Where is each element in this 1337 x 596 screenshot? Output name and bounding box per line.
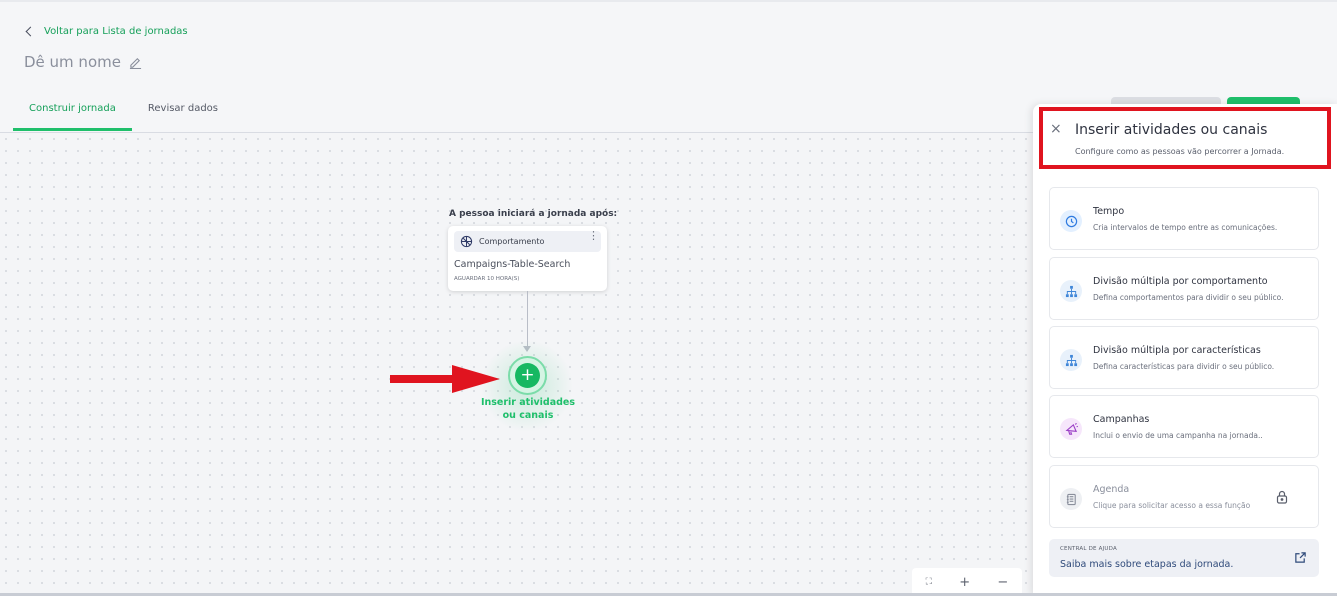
add-activity-label[interactable]: Inserir atividades ou canais [478, 396, 578, 422]
panel-subtitle: Configure como as pessoas vão percorrer … [1075, 147, 1285, 156]
agenda-icon [1060, 488, 1082, 510]
split-icon [1060, 349, 1082, 371]
trigger-card-subtitle: AGUARDAR 10 HORA(S) [454, 276, 520, 282]
chevron-left-icon [25, 26, 36, 37]
option-title: Tempo [1093, 206, 1125, 217]
option-split-characteristics[interactable]: Divisão múltipla por características Def… [1049, 326, 1319, 389]
tab-review-data[interactable]: Revisar dados [132, 95, 234, 131]
journey-name-placeholder: Dê um nome [24, 53, 121, 71]
add-activity-button[interactable]: + [515, 363, 540, 388]
external-link-icon [1295, 552, 1306, 563]
split-icon [1060, 280, 1082, 302]
option-title: Agenda [1093, 484, 1130, 495]
behavior-icon [460, 235, 473, 248]
journey-name[interactable]: Dê um nome [24, 53, 142, 71]
option-desc: Cria intervalos de tempo entre as comuni… [1093, 223, 1278, 232]
megaphone-icon [1060, 418, 1082, 440]
panel-header-highlight [1039, 107, 1331, 169]
panel-title: Inserir atividades ou canais [1075, 122, 1268, 138]
insert-activities-panel: × Inserir atividades ou canais Configure… [1033, 104, 1337, 596]
back-link-label: Voltar para Lista de jornadas [44, 26, 188, 37]
tabs: Construir jornada Revisar dados [13, 95, 234, 131]
help-center-link[interactable]: CENTRAL DE AJUDA Saiba mais sobre etapas… [1049, 539, 1319, 577]
tab-build-journey[interactable]: Construir jornada [13, 95, 132, 131]
option-desc: Defina comportamentos para dividir o seu… [1093, 293, 1284, 302]
lock-icon [1276, 490, 1288, 504]
fit-view-icon[interactable]: ⛶ [926, 577, 932, 587]
zoom-controls: ⛶ + − [912, 568, 1022, 596]
option-agenda[interactable]: Agenda Clique para solicitar acesso a es… [1049, 465, 1319, 528]
option-split-behavior[interactable]: Divisão múltipla por comportamento Defin… [1049, 257, 1319, 320]
option-title: Divisão múltipla por comportamento [1093, 276, 1268, 287]
red-arrow-annotation-icon [390, 365, 500, 393]
option-title: Campanhas [1093, 414, 1150, 425]
close-icon[interactable]: × [1050, 121, 1062, 137]
help-text: Saiba mais sobre etapas da jornada. [1060, 559, 1234, 570]
trigger-card-header: Comportamento [454, 231, 601, 252]
start-label: A pessoa iniciará a jornada após: [449, 209, 618, 219]
option-tempo[interactable]: Tempo Cria intervalos de tempo entre as … [1049, 187, 1319, 250]
option-desc: Clique para solicitar acesso a essa funç… [1093, 501, 1251, 510]
option-campaigns[interactable]: Campanhas Inclui o envio de uma campanha… [1049, 395, 1319, 458]
kebab-menu-icon[interactable]: ⋮ [588, 230, 599, 241]
add-activity-label-line2: ou canais [502, 410, 554, 421]
add-activity-label-line1: Inserir atividades [480, 397, 576, 408]
option-desc: Inclui o envio de uma campanha na jornad… [1093, 431, 1263, 440]
zoom-out-button[interactable]: − [997, 575, 1008, 590]
option-desc: Defina características para dividir o se… [1093, 362, 1275, 371]
back-link[interactable]: Voltar para Lista de jornadas [25, 26, 188, 37]
trigger-card[interactable]: Comportamento ⋮ Campaigns-Table-Search A… [448, 226, 607, 291]
trigger-type-label: Comportamento [479, 237, 545, 246]
option-title: Divisão múltipla por características [1093, 345, 1261, 356]
zoom-in-button[interactable]: + [959, 575, 970, 590]
trigger-card-title: Campaigns-Table-Search [454, 259, 571, 270]
clock-icon [1060, 210, 1082, 232]
journey-builder-page: Voltar para Lista de jornadas Dê um nome… [0, 0, 1337, 596]
help-kicker: CENTRAL DE AJUDA [1060, 546, 1117, 552]
pencil-icon[interactable] [129, 56, 142, 69]
